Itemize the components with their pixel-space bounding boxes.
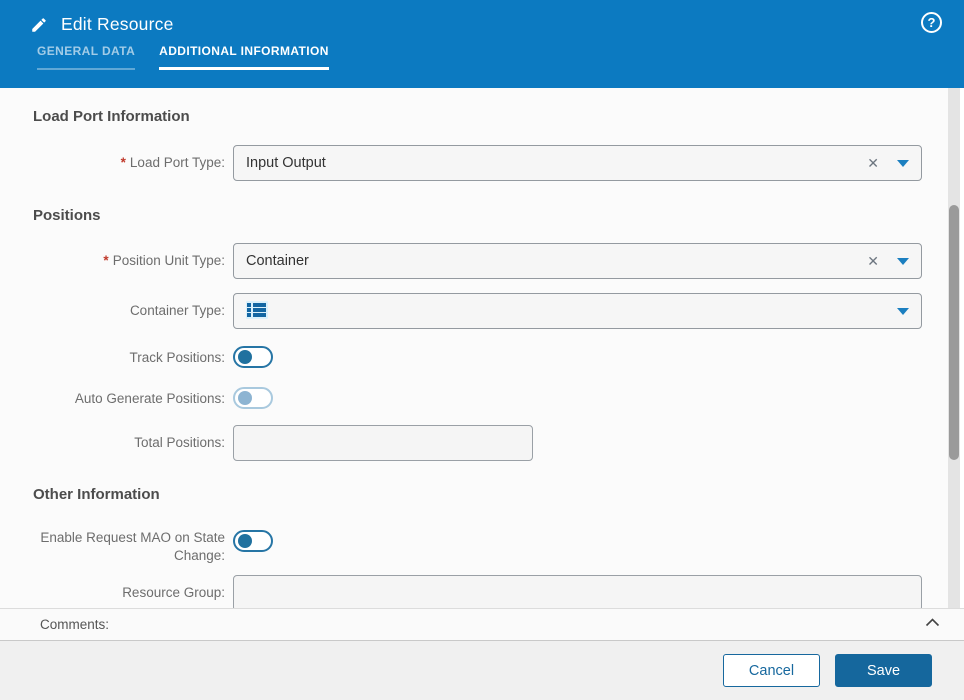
resource-group-input[interactable] bbox=[233, 575, 922, 608]
load-port-type-dropdown[interactable]: Input Output ✕ bbox=[233, 145, 922, 181]
tab-bar: GENERAL DATA ADDITIONAL INFORMATION bbox=[0, 44, 964, 70]
field-row-total-positions: Total Positions: bbox=[0, 425, 948, 461]
load-port-type-label: Load Port Type: bbox=[129, 155, 225, 170]
container-type-label: Container Type: bbox=[129, 303, 225, 318]
total-positions-input[interactable] bbox=[233, 425, 533, 461]
enable-request-mao-label: Enable Request MAO on State Change: bbox=[40, 530, 225, 563]
cancel-button[interactable]: Cancel bbox=[723, 654, 820, 687]
field-row-position-unit-type: * Position Unit Type: Container ✕ bbox=[0, 243, 948, 279]
dialog-footer: Cancel Save bbox=[0, 641, 964, 700]
toggle-knob bbox=[238, 391, 252, 405]
vertical-scrollbar-thumb[interactable] bbox=[949, 205, 959, 460]
resource-group-label: Resource Group: bbox=[122, 585, 225, 600]
vertical-scrollbar-track[interactable] bbox=[948, 88, 960, 608]
clear-icon[interactable]: ✕ bbox=[867, 253, 879, 270]
required-marker: * bbox=[120, 155, 126, 170]
auto-generate-positions-label: Auto Generate Positions: bbox=[74, 390, 225, 406]
field-row-track-positions: Track Positions: bbox=[0, 346, 948, 369]
total-positions-label: Total Positions: bbox=[134, 435, 225, 450]
container-type-dropdown[interactable] bbox=[233, 293, 922, 329]
clear-icon[interactable]: ✕ bbox=[867, 155, 879, 172]
position-unit-type-label: Position Unit Type: bbox=[112, 253, 225, 268]
track-positions-toggle[interactable] bbox=[233, 346, 273, 368]
field-row-enable-request-mao: Enable Request MAO on State Change: bbox=[0, 529, 948, 565]
list-icon bbox=[246, 300, 268, 319]
tab-additional-information[interactable]: ADDITIONAL INFORMATION bbox=[159, 44, 329, 70]
enable-request-mao-toggle[interactable] bbox=[233, 530, 273, 552]
comments-label: Comments: bbox=[40, 617, 110, 632]
section-load-port-information: Load Port Information bbox=[33, 108, 190, 125]
field-row-load-port-type: * Load Port Type: Input Output ✕ bbox=[0, 145, 948, 181]
required-marker: * bbox=[103, 253, 109, 268]
field-row-auto-generate-positions: Auto Generate Positions: bbox=[0, 387, 948, 410]
position-unit-type-value: Container bbox=[246, 253, 309, 269]
edit-pencil-icon bbox=[30, 16, 48, 34]
position-unit-type-dropdown[interactable]: Container ✕ bbox=[233, 243, 922, 279]
toggle-knob bbox=[238, 534, 252, 548]
save-button[interactable]: Save bbox=[835, 654, 932, 687]
chevron-down-icon[interactable] bbox=[897, 307, 909, 315]
toggle-knob bbox=[238, 350, 252, 364]
load-port-type-value: Input Output bbox=[246, 155, 326, 171]
chevron-down-icon[interactable] bbox=[897, 257, 909, 265]
dialog-header: Edit Resource ? GENERAL DATA ADDITIONAL … bbox=[0, 0, 964, 88]
section-positions: Positions bbox=[33, 207, 101, 224]
help-icon[interactable]: ? bbox=[921, 12, 942, 33]
chevron-down-icon[interactable] bbox=[897, 159, 909, 167]
comments-panel-header[interactable]: Comments: bbox=[0, 608, 964, 641]
field-row-resource-group: Resource Group: bbox=[0, 575, 948, 608]
section-other-information: Other Information bbox=[33, 486, 160, 503]
chevron-up-icon[interactable] bbox=[925, 618, 940, 627]
tab-general-data[interactable]: GENERAL DATA bbox=[37, 44, 136, 70]
form-content: Load Port Information * Load Port Type: I… bbox=[0, 88, 948, 608]
field-row-container-type: Container Type: bbox=[0, 293, 948, 329]
auto-generate-positions-toggle bbox=[233, 387, 273, 409]
page-title: Edit Resource bbox=[61, 14, 174, 34]
track-positions-label: Track Positions: bbox=[129, 349, 225, 365]
